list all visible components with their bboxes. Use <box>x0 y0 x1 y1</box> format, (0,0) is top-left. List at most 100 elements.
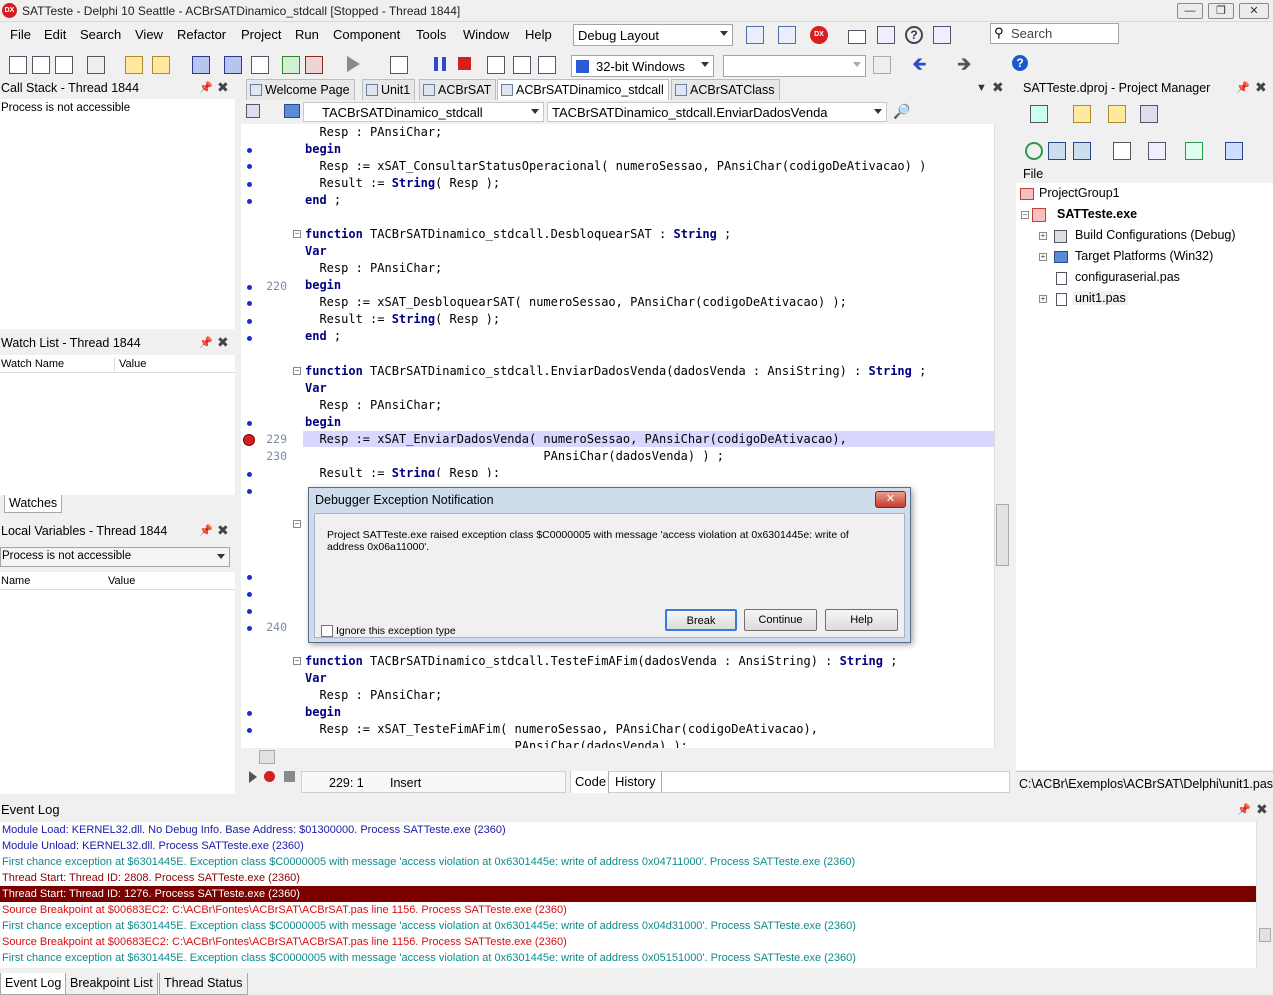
pin-icon[interactable]: 📌 <box>199 336 213 349</box>
tab-welcome-page[interactable]: Welcome Page <box>246 79 355 100</box>
menu-search[interactable]: Search <box>80 27 121 42</box>
tab-acbrsatclass[interactable]: ACBrSATClass <box>671 79 780 100</box>
close-icon[interactable]: ✖ <box>1256 801 1268 818</box>
file-column-header[interactable]: File <box>1016 165 1273 183</box>
expand-icon[interactable] <box>1048 142 1066 160</box>
continue-button[interactable]: Continue <box>744 609 817 631</box>
layout-combo[interactable]: Debug Layout <box>573 24 733 46</box>
breakpoint-dot[interactable] <box>247 592 252 597</box>
execution-point-icon[interactable] <box>243 434 255 446</box>
pin-icon[interactable]: 📌 <box>1237 803 1251 816</box>
open-project-icon[interactable] <box>152 56 170 74</box>
menu-refactor[interactable]: Refactor <box>177 27 226 42</box>
watch-value-column[interactable]: Value <box>119 358 146 370</box>
activate-icon[interactable] <box>1030 105 1048 123</box>
remove-icon[interactable] <box>87 56 105 74</box>
collapse-icon[interactable] <box>1073 142 1091 160</box>
open-icon[interactable] <box>125 56 143 74</box>
structure-icon[interactable] <box>246 104 260 118</box>
fold-toggle[interactable]: − <box>293 520 301 528</box>
breakpoint-dot[interactable] <box>247 301 252 306</box>
tab-event-log[interactable]: Event Log <box>0 973 67 995</box>
tab-acbrsat[interactable]: ACBrSAT <box>419 79 497 100</box>
log-line[interactable]: First chance exception at $6301445E. Exc… <box>0 950 1256 966</box>
save-icon[interactable] <box>192 56 210 74</box>
local-name-column[interactable]: Name <box>1 575 30 587</box>
breakpoint-dot[interactable] <box>247 199 252 204</box>
tab-unit1[interactable]: Unit1 <box>362 79 416 100</box>
log-line-selected[interactable]: Thread Start: Thread ID: 1276. Process S… <box>0 886 1256 902</box>
log-line[interactable]: Source Breakpoint at $00683EC2: C:\ACBr\… <box>0 902 1256 918</box>
save-all-icon[interactable] <box>224 56 242 74</box>
log-line[interactable]: Module Unload: KERNEL32.dll. Process SAT… <box>0 838 1256 854</box>
breakpoint-dot[interactable] <box>247 285 252 290</box>
breakpoint-dot[interactable] <box>247 148 252 153</box>
record-macro-icon[interactable] <box>264 771 275 782</box>
folder-icon[interactable] <box>1108 105 1126 123</box>
event-log-list[interactable]: Module Load: KERNEL32.dll. No Debug Info… <box>0 822 1256 968</box>
run-icon[interactable] <box>347 56 360 72</box>
add-file-icon[interactable] <box>282 56 300 74</box>
menu-tools[interactable]: Tools <box>416 27 446 42</box>
log-line[interactable]: First chance exception at $6301445E. Exc… <box>0 854 1256 870</box>
tree-sattest-exe[interactable]: SATTeste.exe <box>1057 207 1137 221</box>
close-window-button[interactable]: ✕ <box>1239 3 1269 19</box>
ide-search-input[interactable]: ⚲ Search <box>990 23 1119 44</box>
breakpoint-dot[interactable] <box>247 336 252 341</box>
new-unit-icon[interactable] <box>55 56 73 74</box>
tree-toggle[interactable]: + <box>1039 253 1047 261</box>
close-icon[interactable]: ✖ <box>217 334 229 351</box>
calendar-icon[interactable] <box>877 26 895 44</box>
trace-to-line-icon[interactable] <box>538 56 556 74</box>
mail-icon[interactable] <box>848 30 866 44</box>
close-tab-icon[interactable]: ✖ <box>992 79 1004 96</box>
tree-unit1[interactable]: unit1.pas <box>1073 291 1128 305</box>
tree-toggle[interactable]: − <box>1021 211 1029 219</box>
tab-code[interactable]: Code <box>571 771 609 793</box>
dialog-close-button[interactable]: ✕ <box>875 491 906 508</box>
view-icon[interactable] <box>1140 105 1158 123</box>
tab-acbrsatdinamico[interactable]: ACBrSATDinamico_stdcall <box>497 79 669 100</box>
trace-into-icon[interactable] <box>513 56 531 74</box>
layout-icon[interactable] <box>778 26 796 44</box>
log-line[interactable]: Source Breakpoint at $00683EC2: C:\ACBr\… <box>0 934 1256 950</box>
menu-window[interactable]: Window <box>463 27 509 42</box>
method-combo[interactable]: TACBrSATDinamico_stdcall.EnviarDadosVend… <box>547 102 887 122</box>
run-without-debug-icon[interactable] <box>390 56 408 74</box>
editor-vertical-scrollbar[interactable] <box>994 124 1010 748</box>
platform-combo[interactable]: 32-bit Windows <box>571 55 714 77</box>
new-icon[interactable] <box>9 56 27 74</box>
forward-icon[interactable]: 🡺 <box>957 55 972 73</box>
tab-history[interactable]: History <box>612 771 662 793</box>
menu-component[interactable]: Component <box>333 27 400 42</box>
menu-edit[interactable]: Edit <box>44 27 66 42</box>
menu-project[interactable]: Project <box>241 27 281 42</box>
watch-list-panel[interactable]: Watch Name Value <box>0 355 235 495</box>
ignore-exception-checkbox[interactable] <box>321 625 333 637</box>
play-macro-icon[interactable] <box>249 771 257 783</box>
breakpoint-dot[interactable] <box>247 626 252 631</box>
breakpoint-dot[interactable] <box>247 489 252 494</box>
close-icon[interactable]: ✖ <box>217 522 229 539</box>
breakpoint-dot[interactable] <box>247 164 252 169</box>
tree-build-configurations[interactable]: Build Configurations (Debug) <box>1075 228 1236 242</box>
scroll-thumb[interactable] <box>996 504 1009 566</box>
build-icon[interactable] <box>1148 142 1166 160</box>
menu-file[interactable]: File <box>10 27 31 42</box>
tree-toggle[interactable]: + <box>1039 232 1047 240</box>
breakpoint-dot[interactable] <box>247 319 252 324</box>
local-value-column[interactable]: Value <box>108 575 135 587</box>
add-icon[interactable] <box>1073 105 1091 123</box>
class-icon[interactable] <box>284 104 300 118</box>
call-stack-panel[interactable]: Process is not accessible <box>0 99 235 329</box>
config-combo[interactable] <box>723 55 866 77</box>
pin-icon[interactable]: 📌 <box>1236 81 1250 94</box>
dx-icon[interactable]: DX <box>810 26 828 44</box>
break-button[interactable]: Break <box>665 609 737 631</box>
find-icon[interactable]: 🔎 <box>893 103 910 120</box>
stop-icon[interactable] <box>458 57 471 70</box>
help-circle-icon[interactable]: ? <box>1012 55 1028 71</box>
log-line[interactable]: Thread Start: Thread ID: 2808. Process S… <box>0 870 1256 886</box>
help-button[interactable]: Help <box>825 609 898 631</box>
delphi-app-icon[interactable]: DX <box>2 3 17 18</box>
